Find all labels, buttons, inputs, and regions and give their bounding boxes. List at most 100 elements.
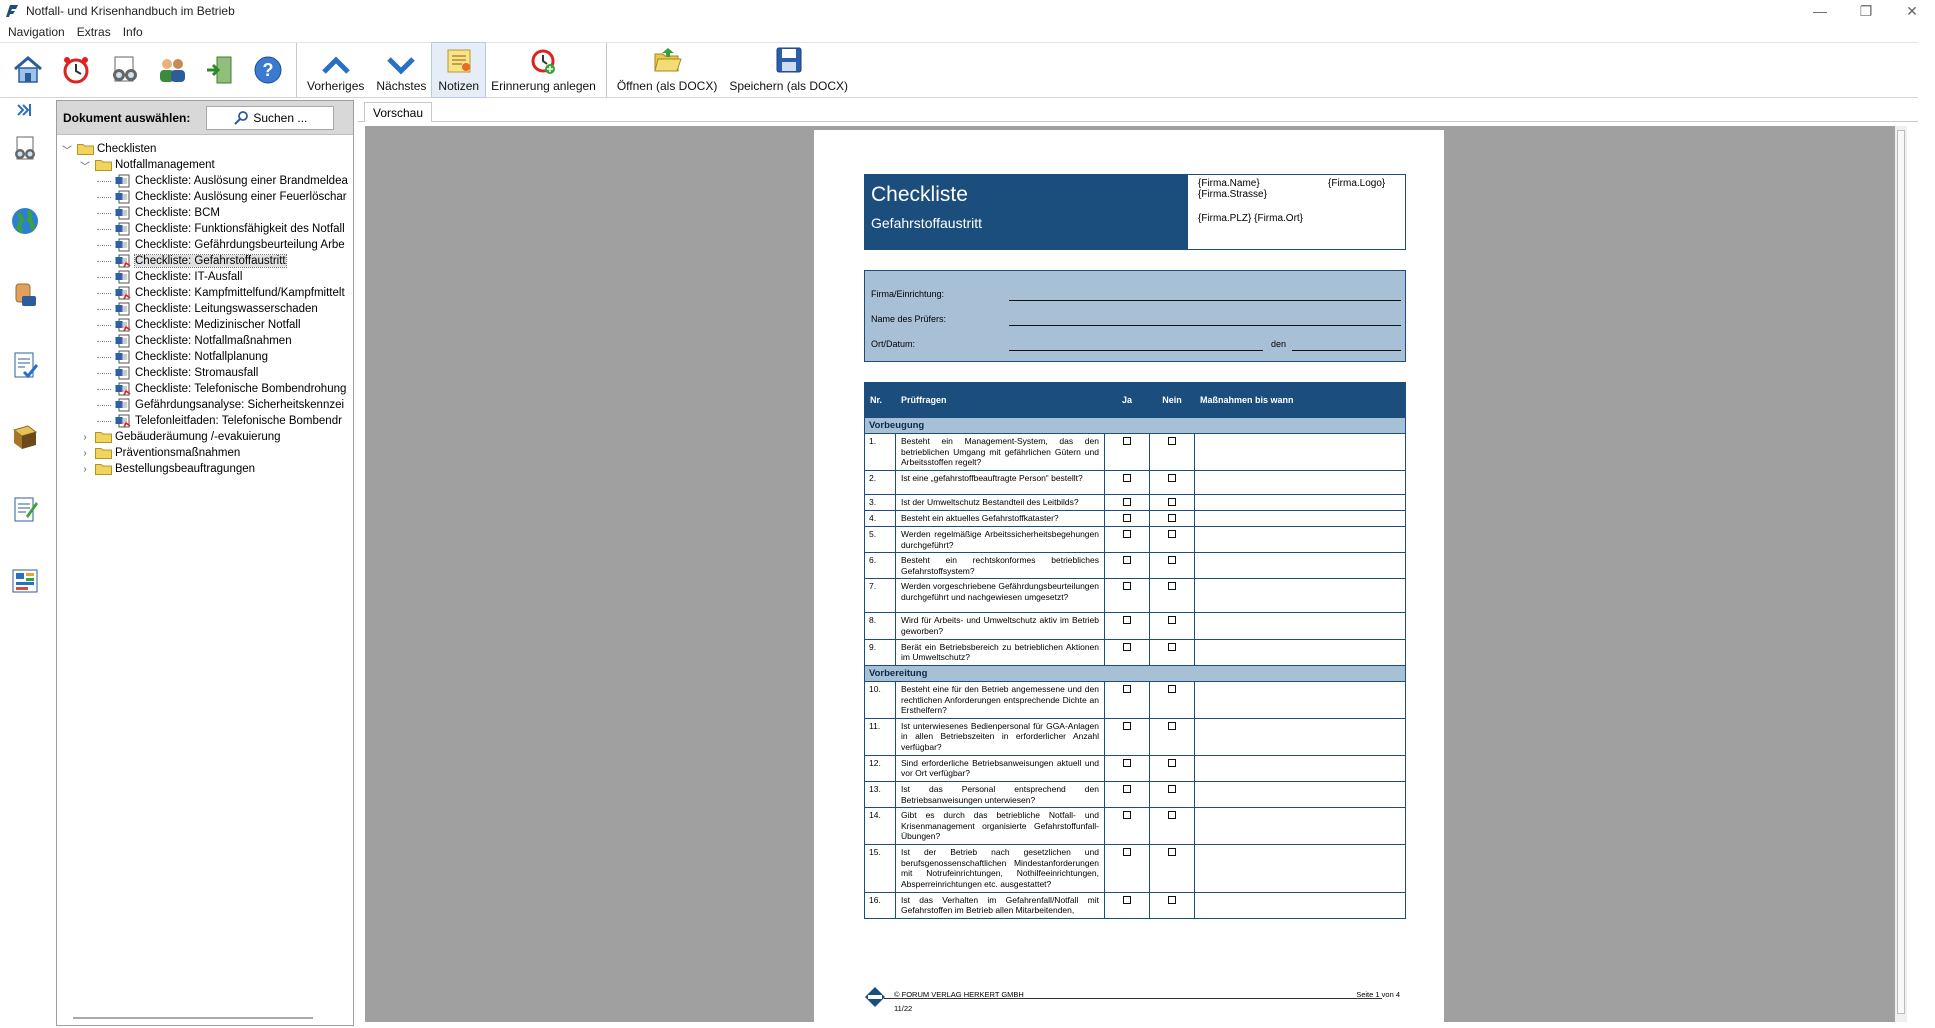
help-button[interactable]: ? bbox=[244, 45, 292, 95]
rail-handbook-button[interactable] bbox=[8, 420, 42, 454]
panel-horizontal-scrollbar[interactable] bbox=[73, 1016, 313, 1019]
ja-checkbox[interactable] bbox=[1123, 811, 1131, 820]
ja-checkbox[interactable] bbox=[1123, 684, 1131, 693]
menu-extras[interactable]: Extras bbox=[71, 25, 117, 39]
tree-folder[interactable]: › Bestellungsbeauftragungen bbox=[79, 461, 255, 477]
rail-notes-button[interactable] bbox=[8, 492, 42, 526]
restore-button[interactable]: ❐ bbox=[1843, 0, 1889, 22]
exit-button[interactable] bbox=[196, 45, 244, 95]
expand-chevron-right-icon[interactable]: › bbox=[79, 464, 91, 475]
nein-checkbox[interactable] bbox=[1168, 437, 1176, 445]
ja-checkbox[interactable] bbox=[1123, 895, 1131, 904]
nein-checkbox[interactable] bbox=[1168, 556, 1176, 565]
tree-document[interactable]: Checkliste: Kampfmittelfund/Kampfmittelt bbox=[97, 285, 345, 301]
ja-checkbox[interactable] bbox=[1123, 616, 1131, 625]
menu-info[interactable]: Info bbox=[117, 25, 149, 39]
nein-checkbox[interactable] bbox=[1168, 529, 1176, 538]
ja-checkbox[interactable] bbox=[1123, 784, 1131, 793]
collapse-panel-button[interactable] bbox=[8, 100, 42, 120]
rail-overview-button[interactable] bbox=[8, 564, 42, 598]
tree-document[interactable]: Checkliste: Auslösung einer Brandmeldea bbox=[97, 173, 348, 189]
ja-checkbox[interactable] bbox=[1123, 437, 1131, 445]
ja-checkbox[interactable] bbox=[1123, 582, 1131, 591]
tree-document[interactable]: Checkliste: BCM bbox=[97, 205, 220, 221]
ja-checkbox[interactable] bbox=[1123, 497, 1131, 506]
rail-web-button[interactable] bbox=[8, 204, 42, 238]
ja-checkbox[interactable] bbox=[1123, 642, 1131, 651]
massnahmen-cell[interactable] bbox=[1194, 807, 1406, 845]
tree-document[interactable]: Checkliste: Gefahrstoffaustritt bbox=[97, 253, 287, 269]
tree-document[interactable]: Checkliste: Leitungswasserschaden bbox=[97, 301, 318, 317]
nein-checkbox[interactable] bbox=[1168, 582, 1176, 591]
users-button[interactable] bbox=[148, 45, 196, 95]
nein-checkbox[interactable] bbox=[1168, 473, 1176, 482]
tree-document[interactable]: Checkliste: Stromausfall bbox=[97, 365, 258, 381]
ja-checkbox[interactable] bbox=[1123, 473, 1131, 482]
minimize-button[interactable]: — bbox=[1797, 0, 1843, 22]
massnahmen-cell[interactable] bbox=[1194, 509, 1406, 527]
nein-checkbox[interactable] bbox=[1168, 895, 1176, 904]
massnahmen-cell[interactable] bbox=[1194, 612, 1406, 640]
tree-document[interactable]: Checkliste: Notfallmaßnahmen bbox=[97, 333, 292, 349]
nein-checkbox[interactable] bbox=[1168, 811, 1176, 820]
reminder-button[interactable] bbox=[52, 45, 100, 95]
tab-vorschau[interactable]: Vorschau bbox=[364, 102, 433, 122]
massnahmen-cell[interactable] bbox=[1194, 525, 1406, 554]
menu-navigation[interactable]: Navigation bbox=[2, 25, 71, 39]
open-docx-button[interactable]: Öffnen (als DOCX) bbox=[611, 43, 723, 97]
nein-checkbox[interactable] bbox=[1168, 642, 1176, 651]
ja-checkbox[interactable] bbox=[1123, 721, 1131, 730]
tree-document[interactable]: Checkliste: Medizinischer Notfall bbox=[97, 317, 301, 333]
massnahmen-cell[interactable] bbox=[1194, 469, 1406, 495]
nein-checkbox[interactable] bbox=[1168, 684, 1176, 693]
massnahmen-cell[interactable] bbox=[1194, 844, 1406, 893]
massnahmen-cell[interactable] bbox=[1194, 717, 1406, 756]
tree-document[interactable]: Checkliste: IT-Ausfall bbox=[97, 269, 242, 285]
preview-vertical-scrollbar[interactable] bbox=[1895, 126, 1907, 1022]
tree-folder[interactable]: › Präventionsmaßnahmen bbox=[79, 445, 240, 461]
rail-search-button[interactable] bbox=[8, 132, 42, 166]
previous-button[interactable]: Vorheriges bbox=[301, 43, 370, 97]
tree-document[interactable]: Checkliste: Gefährdungsbeurteilung Arbe bbox=[97, 237, 345, 253]
nein-checkbox[interactable] bbox=[1168, 616, 1176, 625]
massnahmen-cell[interactable] bbox=[1194, 552, 1406, 580]
ja-checkbox[interactable] bbox=[1123, 758, 1131, 767]
nein-checkbox[interactable] bbox=[1168, 848, 1176, 856]
massnahmen-cell[interactable] bbox=[1194, 638, 1406, 666]
tree-document[interactable]: Gefährdungsanalyse: Sicherheitskennzei bbox=[97, 397, 344, 413]
notes-button[interactable]: Notizen bbox=[431, 42, 487, 98]
close-button[interactable]: ✕ bbox=[1889, 0, 1935, 22]
ja-checkbox[interactable] bbox=[1123, 529, 1131, 538]
nein-checkbox[interactable] bbox=[1168, 758, 1176, 767]
tree-document[interactable]: Checkliste: Funktionsfähigkeit des Notfa… bbox=[97, 221, 345, 237]
massnahmen-cell[interactable] bbox=[1194, 891, 1406, 919]
massnahmen-cell[interactable] bbox=[1194, 680, 1406, 719]
nein-checkbox[interactable] bbox=[1168, 784, 1176, 793]
scrollbar-thumb[interactable] bbox=[1897, 130, 1905, 1014]
tree-document[interactable]: Telefonleitfaden: Telefonische Bombendr bbox=[97, 413, 342, 429]
tree-folder[interactable]: ﹀ Checklisten bbox=[61, 141, 156, 157]
ja-checkbox[interactable] bbox=[1123, 513, 1131, 522]
nein-checkbox[interactable] bbox=[1168, 513, 1176, 522]
home-button[interactable] bbox=[4, 45, 52, 95]
rail-contact-button[interactable] bbox=[8, 276, 42, 310]
massnahmen-cell[interactable] bbox=[1194, 493, 1406, 511]
tree-document[interactable]: Checkliste: Notfallplanung bbox=[97, 349, 268, 365]
massnahmen-cell[interactable] bbox=[1194, 754, 1406, 782]
search-docs-button[interactable] bbox=[100, 45, 148, 95]
tree-folder[interactable]: ﹀ Notfallmanagement bbox=[79, 157, 215, 173]
nein-checkbox[interactable] bbox=[1168, 497, 1176, 506]
massnahmen-cell[interactable] bbox=[1194, 578, 1406, 614]
save-docx-button[interactable]: Speichern (als DOCX) bbox=[723, 43, 854, 97]
rail-checklist-button[interactable] bbox=[8, 348, 42, 382]
massnahmen-cell[interactable] bbox=[1194, 780, 1406, 809]
expand-chevron-down-icon[interactable]: ﹀ bbox=[79, 158, 91, 173]
tree-document[interactable]: Checkliste: Auslösung einer Feuerlöschar bbox=[97, 189, 347, 205]
create-reminder-button[interactable]: Erinnerung anlegen bbox=[485, 43, 602, 97]
ja-checkbox[interactable] bbox=[1123, 848, 1131, 856]
massnahmen-cell[interactable] bbox=[1194, 433, 1406, 471]
nein-checkbox[interactable] bbox=[1168, 721, 1176, 730]
ja-checkbox[interactable] bbox=[1123, 556, 1131, 565]
next-button[interactable]: Nächstes bbox=[370, 43, 432, 97]
tree-document[interactable]: Checkliste: Telefonische Bombendrohung bbox=[97, 381, 346, 397]
